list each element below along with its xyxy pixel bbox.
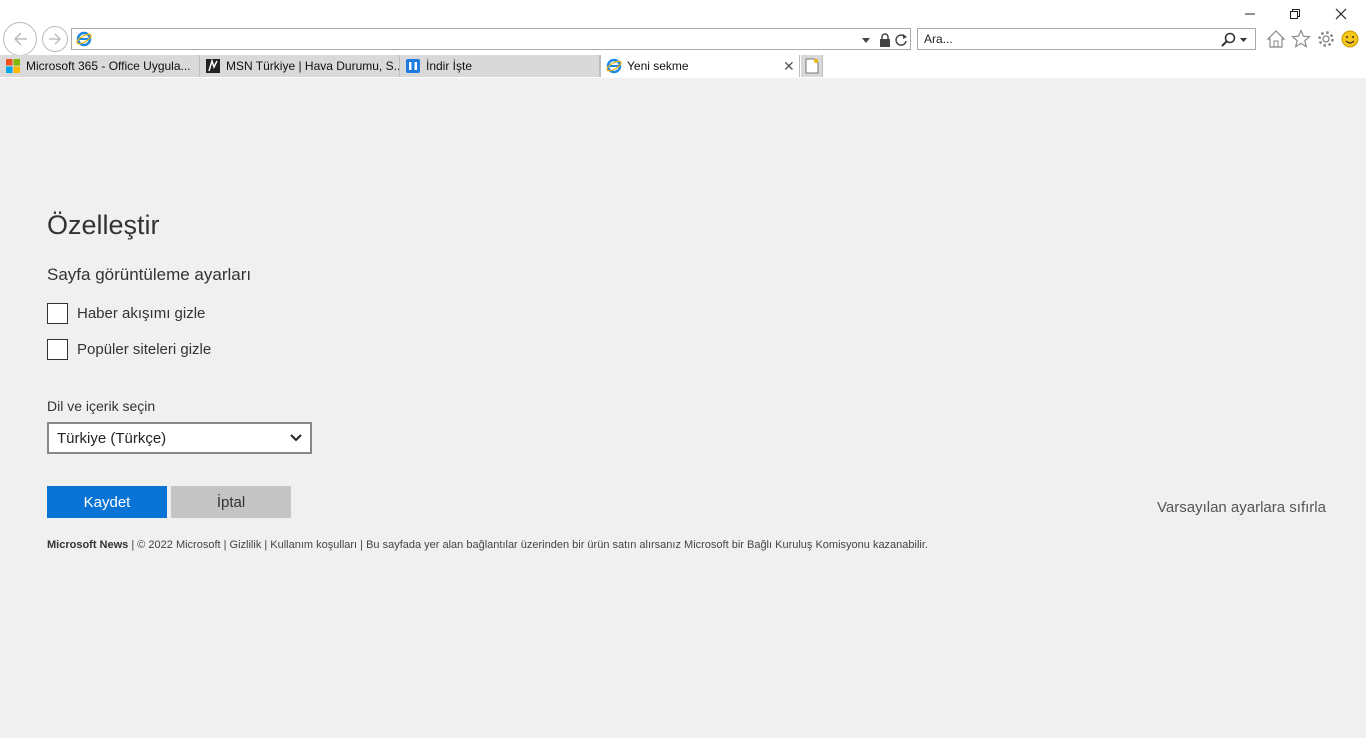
reset-defaults-link[interactable]: Varsayılan ayarlara sıfırla [1157, 499, 1326, 516]
search-box[interactable] [917, 28, 1256, 50]
tab-strip: Microsoft 365 - Office Uygula... MSN Tür… [0, 55, 1366, 78]
save-button[interactable]: Kaydet [47, 486, 167, 518]
back-button[interactable] [3, 22, 37, 56]
forward-button[interactable] [42, 26, 68, 52]
home-icon[interactable] [1266, 29, 1286, 49]
tab-microsoft-365[interactable]: Microsoft 365 - Office Uygula... [0, 55, 200, 77]
back-arrow-icon [13, 32, 27, 46]
language-select[interactable]: Türkiye (Türkçe) [47, 422, 312, 454]
favorites-star-icon[interactable] [1291, 29, 1311, 49]
browser-chrome: Microsoft 365 - Office Uygula... MSN Tür… [0, 0, 1366, 78]
search-icon[interactable] [1220, 32, 1250, 48]
gear-icon[interactable] [1316, 29, 1336, 49]
section-title: Sayfa görüntüleme ayarları [47, 265, 252, 284]
tab-label: Yeni sekme [627, 59, 689, 73]
new-tab-button[interactable] [801, 55, 823, 77]
hide-popular-sites-label: Popüler siteleri gizle [77, 340, 212, 358]
tab-new-tab-active[interactable]: Yeni sekme ✕ [600, 55, 800, 77]
address-dropdown-icon[interactable] [860, 32, 872, 48]
refresh-icon[interactable] [894, 32, 908, 48]
cancel-button[interactable]: İptal [171, 486, 291, 518]
indir-logo-icon [406, 59, 420, 73]
forward-arrow-icon [49, 33, 61, 45]
restore-icon[interactable] [1284, 4, 1306, 24]
language-label: Dil ve içerik seçin [47, 398, 156, 414]
minimize-icon[interactable] [1239, 4, 1261, 24]
tab-msn[interactable]: MSN Türkiye | Hava Durumu, S... [200, 55, 400, 77]
chevron-down-icon [290, 434, 302, 442]
feedback-smiley-icon[interactable] [1340, 29, 1360, 49]
tab-label: İndir İşte [426, 59, 473, 73]
hide-popular-sites-option[interactable]: Popüler siteleri gizle [47, 338, 211, 360]
new-tab-icon [805, 58, 818, 74]
microsoft-logo-icon [6, 59, 20, 73]
search-input[interactable] [924, 31, 1214, 47]
close-icon[interactable] [1330, 4, 1352, 24]
hide-news-feed-checkbox[interactable] [47, 302, 68, 324]
lock-icon[interactable] [878, 32, 892, 48]
footer-text: | © 2022 Microsoft | Gizlilik | Kullanım… [128, 539, 928, 551]
tab-label: Microsoft 365 - Office Uygula... [26, 59, 191, 73]
hide-popular-sites-checkbox[interactable] [47, 338, 68, 360]
tab-close-icon[interactable]: ✕ [783, 55, 795, 77]
ie-logo-icon [76, 31, 92, 47]
footer-brand[interactable]: Microsoft News [47, 539, 128, 551]
address-input[interactable] [96, 31, 856, 47]
hide-news-feed-option[interactable]: Haber akışımı gizle [47, 302, 205, 324]
footer: Microsoft News | © 2022 Microsoft | Gizl… [47, 539, 928, 551]
tab-indir-iste[interactable]: İndir İşte [400, 55, 600, 77]
ie-logo-icon [606, 58, 622, 74]
page-title: Özelleştir [47, 210, 160, 240]
language-value: Türkiye (Türkçe) [57, 430, 167, 447]
tab-label: MSN Türkiye | Hava Durumu, S... [226, 59, 400, 73]
msn-logo-icon [206, 58, 220, 73]
address-bar[interactable] [71, 28, 911, 50]
hide-news-feed-label: Haber akışımı gizle [77, 304, 206, 322]
